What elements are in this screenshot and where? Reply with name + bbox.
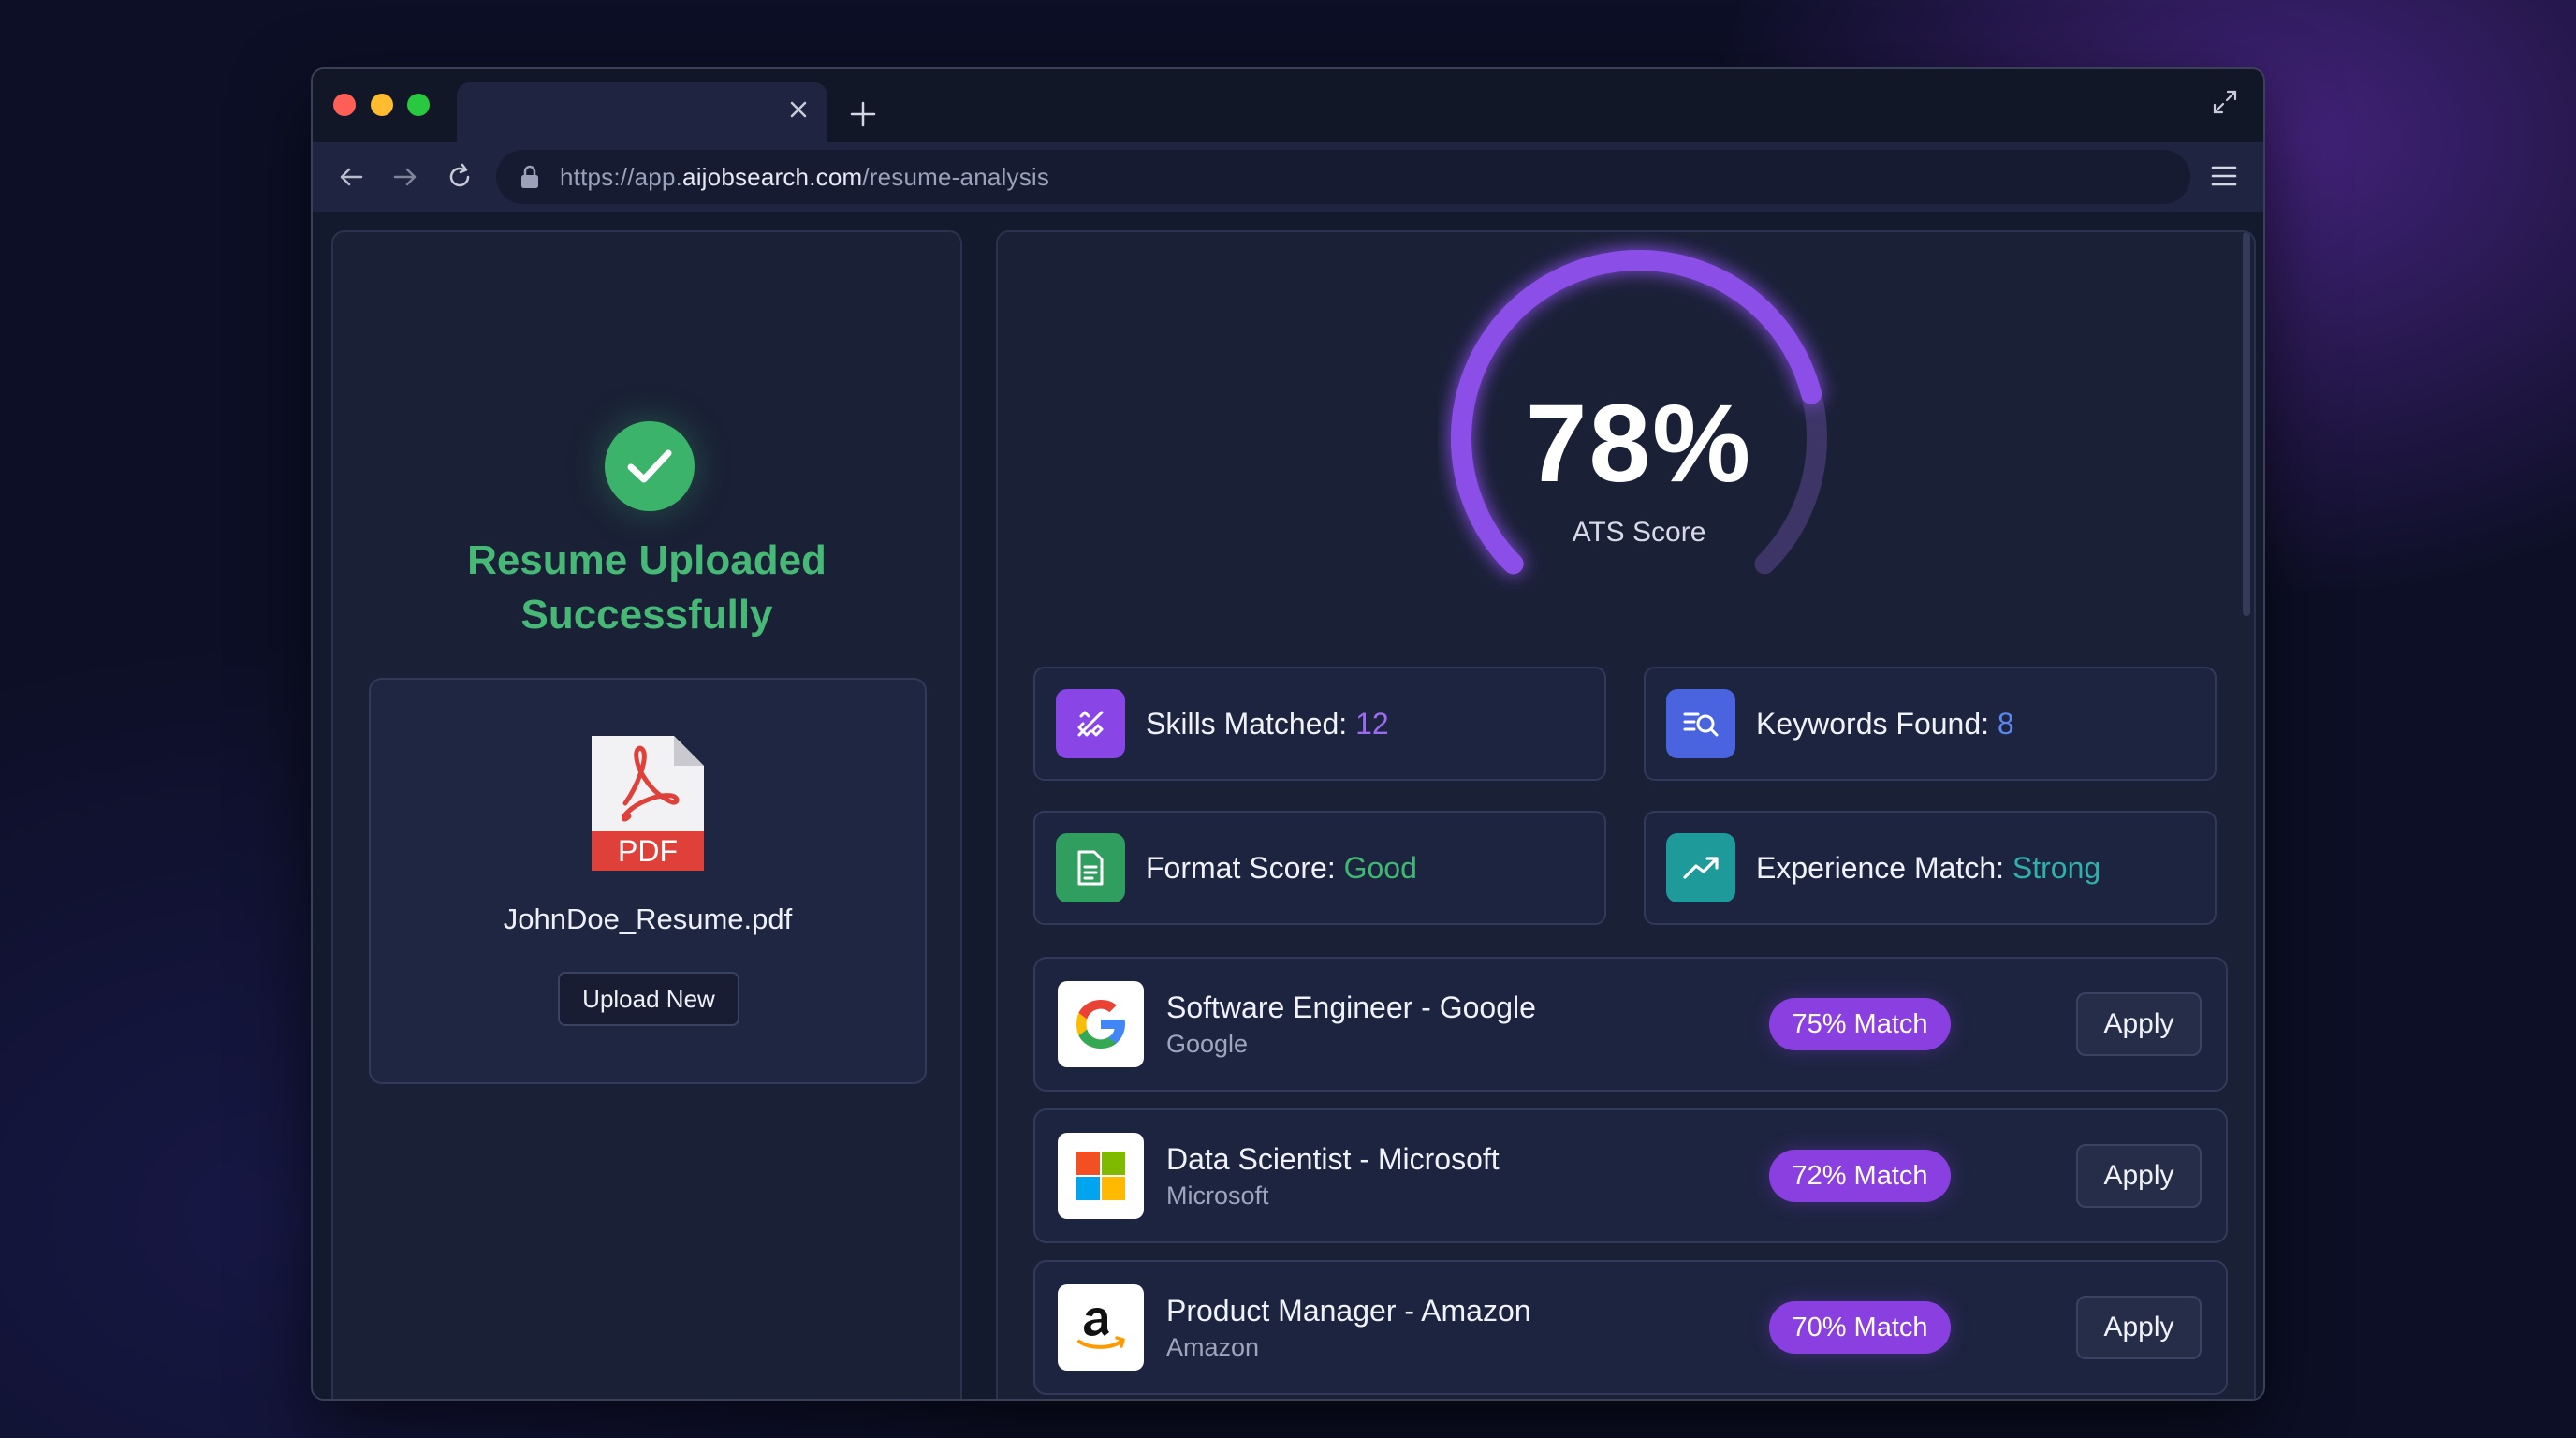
stat-format-score: Format Score: Good <box>1033 811 1606 925</box>
pdf-file-icon: PDF <box>592 736 704 871</box>
amazon-logo-icon <box>1058 1284 1144 1371</box>
keyword-search-icon <box>1666 689 1735 758</box>
trend-up-icon <box>1666 833 1735 902</box>
upload-new-button[interactable]: Upload New <box>558 972 739 1026</box>
match-badge: 72% Match <box>1769 1150 1951 1202</box>
apply-button[interactable]: Apply <box>2076 1144 2202 1208</box>
job-company: Amazon <box>1166 1333 1260 1361</box>
job-card[interactable]: Software Engineer - Google Google 75% Ma… <box>1033 957 2228 1092</box>
match-badge: 75% Match <box>1769 998 1951 1050</box>
stat-value: 12 <box>1355 706 1389 741</box>
back-arrow-icon[interactable] <box>335 161 367 193</box>
ats-score-gauge: 78% ATS Score <box>1438 232 1840 607</box>
scrollbar[interactable] <box>2243 232 2250 616</box>
pdf-label: PDF <box>618 834 678 868</box>
google-logo-icon <box>1058 981 1144 1067</box>
job-company: Microsoft <box>1166 1181 1269 1210</box>
stat-skills-matched: Skills Matched: 12 <box>1033 667 1606 781</box>
apply-button[interactable]: Apply <box>2076 1296 2202 1359</box>
stat-keywords-found: Keywords Found: 8 <box>1644 667 2217 781</box>
title-bar <box>313 69 2263 144</box>
tools-icon <box>1056 689 1125 758</box>
minimize-window-button[interactable] <box>371 94 393 116</box>
stat-value: 8 <box>1997 706 2014 741</box>
stat-value: Strong <box>2012 850 2101 885</box>
browser-window: https://app.aijobsearch.com/resume-analy… <box>311 67 2265 1401</box>
job-title: Data Scientist - Microsoft <box>1166 1142 1500 1176</box>
close-tab-icon[interactable] <box>784 95 812 124</box>
stat-experience-match: Experience Match: Strong <box>1644 811 2217 925</box>
navigation-bar: https://app.aijobsearch.com/resume-analy… <box>313 142 2263 212</box>
ats-score-label: ATS Score <box>1572 517 1706 548</box>
page-content: Resume Uploaded Successfully PDF JohnDoe… <box>313 212 2263 1399</box>
forward-arrow-icon[interactable] <box>389 161 421 193</box>
stat-label: Experience Match: <box>1756 850 2012 885</box>
stat-value: Good <box>1343 850 1417 885</box>
stat-label: Keywords Found: <box>1756 706 1998 741</box>
job-card[interactable]: Product Manager - Amazon Amazon 70% Matc… <box>1033 1260 2228 1395</box>
ats-score-value: 78% <box>1525 382 1753 506</box>
success-check-icon <box>605 421 695 511</box>
job-title: Software Engineer - Google <box>1166 990 1536 1024</box>
analysis-panel: 78% ATS Score Skills Matched: 12 Keyword… <box>996 230 2256 1399</box>
upload-panel: Resume Uploaded Successfully PDF JohnDoe… <box>331 230 962 1399</box>
uploaded-file-card: PDF JohnDoe_Resume.pdf Upload New <box>369 678 927 1084</box>
maximize-window-button[interactable] <box>407 94 430 116</box>
job-card[interactable]: Data Scientist - Microsoft Microsoft 72%… <box>1033 1108 2228 1243</box>
microsoft-logo-icon <box>1058 1133 1144 1219</box>
browser-tab[interactable] <box>457 82 827 144</box>
file-name: JohnDoe_Resume.pdf <box>503 902 793 935</box>
address-bar[interactable]: https://app.aijobsearch.com/resume-analy… <box>496 150 2190 204</box>
hamburger-menu-icon[interactable] <box>2209 161 2239 191</box>
job-title: Product Manager - Amazon <box>1166 1294 1531 1328</box>
reload-icon[interactable] <box>444 161 476 193</box>
document-icon <box>1056 833 1125 902</box>
stat-label: Format Score: <box>1146 850 1344 885</box>
lock-icon <box>521 165 538 188</box>
upload-success-title: Resume Uploaded Successfully <box>467 537 827 638</box>
stat-label: Skills Matched: <box>1146 706 1356 741</box>
new-tab-icon[interactable] <box>846 97 880 131</box>
apply-button[interactable]: Apply <box>2076 992 2202 1056</box>
match-badge: 70% Match <box>1769 1301 1951 1354</box>
expand-icon[interactable] <box>2209 86 2241 118</box>
url-text: https://app.aijobsearch.com/resume-analy… <box>560 162 1050 191</box>
job-company: Google <box>1166 1030 1249 1058</box>
close-window-button[interactable] <box>333 94 356 116</box>
